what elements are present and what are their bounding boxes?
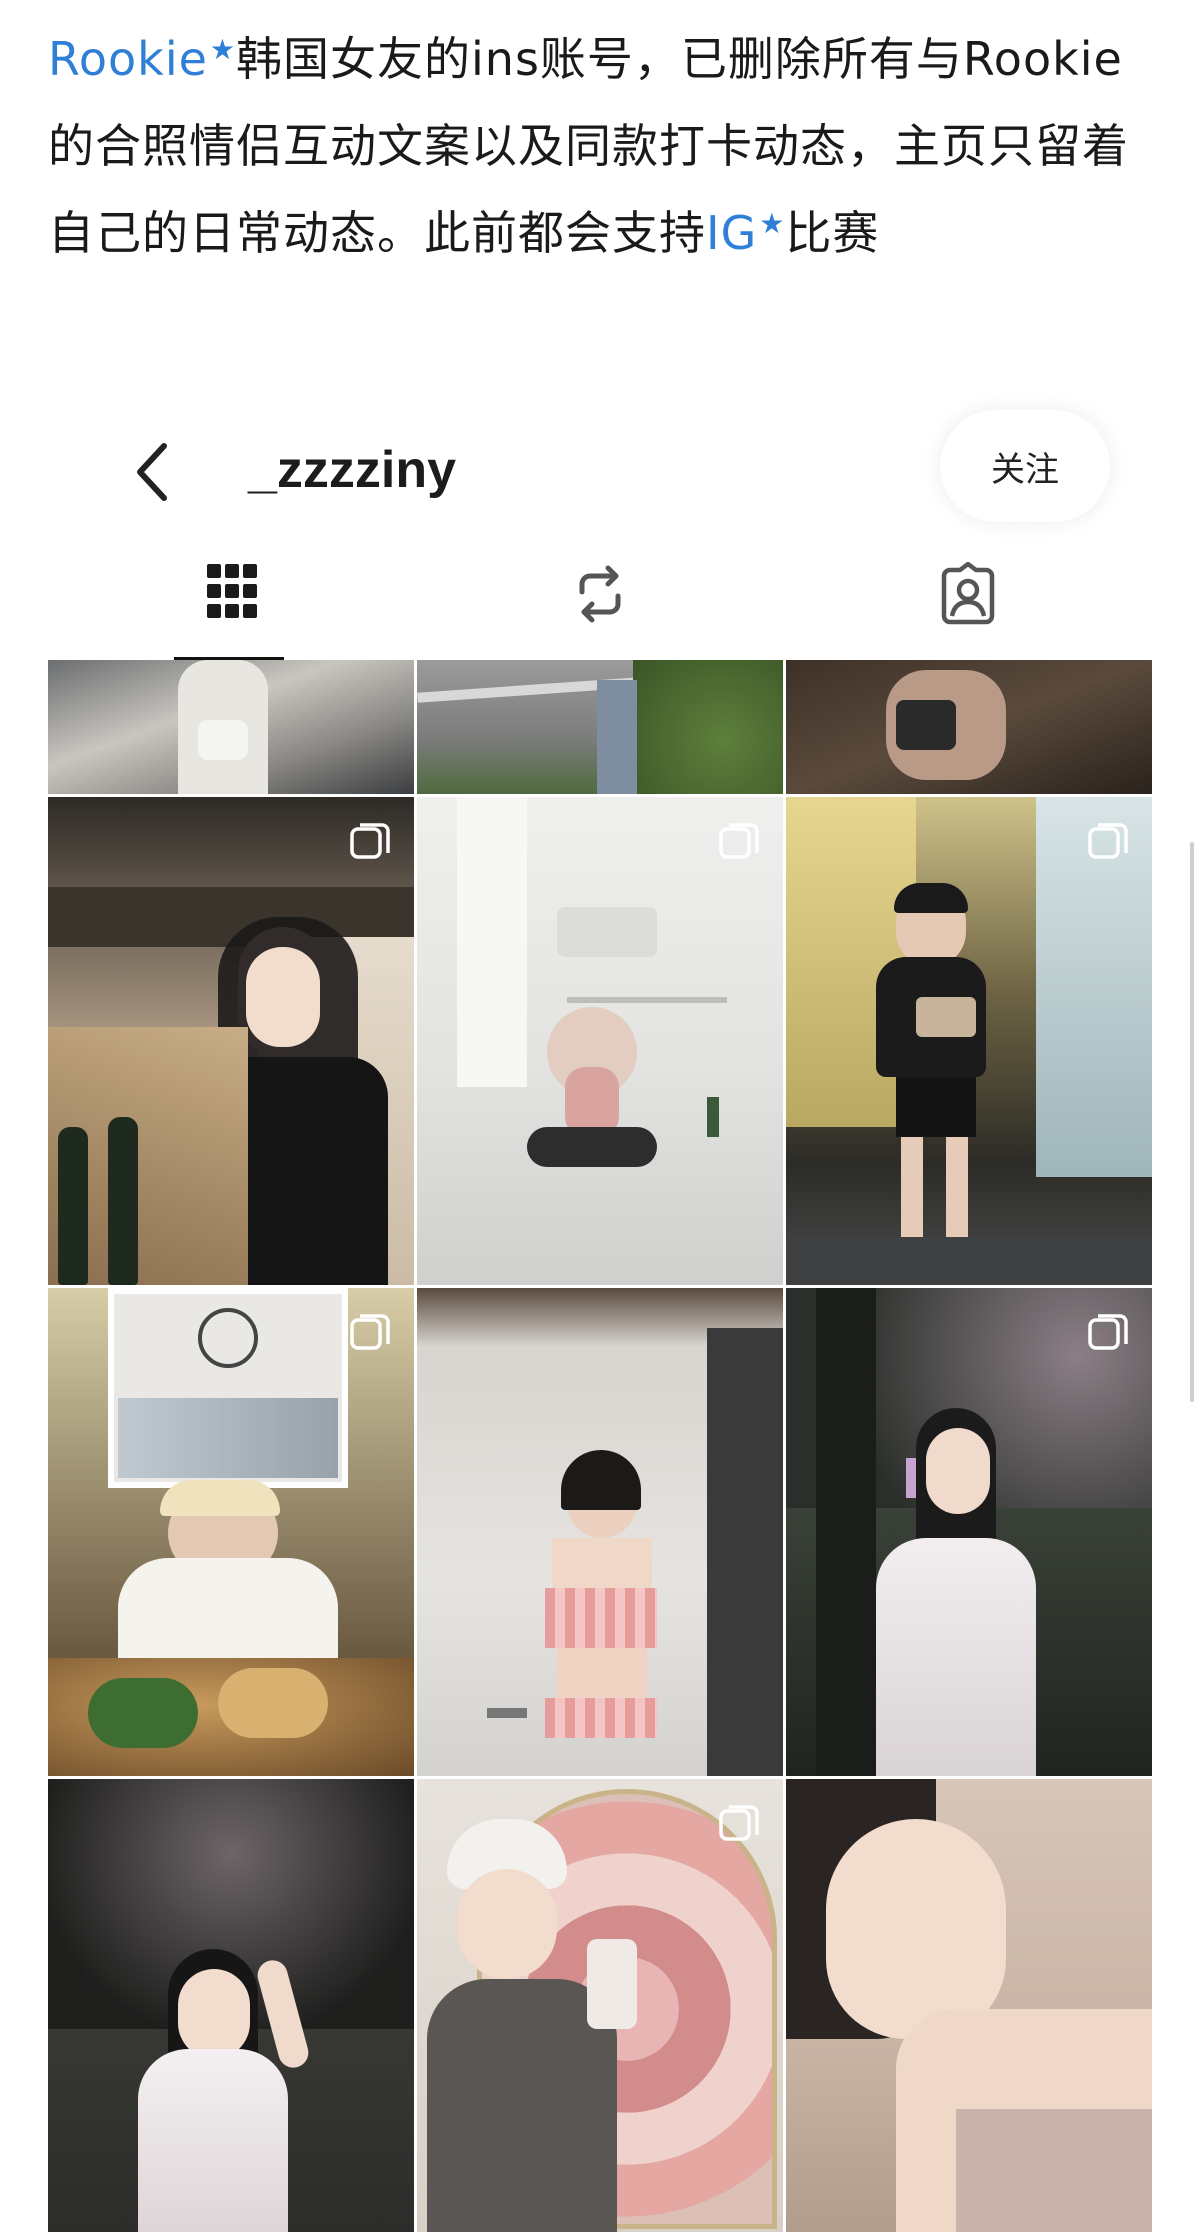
grid-photo[interactable] — [786, 1779, 1152, 2232]
carousel-icon — [350, 823, 390, 859]
grid-photo[interactable] — [417, 797, 783, 1285]
grid-photo[interactable] — [786, 797, 1152, 1285]
star-icon: ★ — [209, 32, 237, 66]
post-text: Rookie★韩国女友的ins账号，已删除所有与Rookie的合照情侣互动文案以… — [48, 16, 1158, 277]
carousel-icon — [719, 1805, 759, 1841]
grid-photo[interactable] — [786, 660, 1152, 794]
carousel-icon — [719, 823, 759, 859]
tab-reposts[interactable] — [416, 542, 784, 662]
star-icon: ★ — [759, 206, 786, 240]
hashtag-rookie[interactable]: Rookie★ — [48, 32, 236, 86]
grid-photo[interactable] — [48, 797, 414, 1285]
grid-photo[interactable] — [417, 660, 783, 794]
grid-photo[interactable] — [417, 1779, 783, 2232]
hashtag-ig[interactable]: IG★ — [706, 206, 785, 260]
tab-tagged[interactable] — [784, 542, 1152, 662]
scrollbar[interactable] — [1190, 842, 1194, 1402]
carousel-icon — [1088, 823, 1128, 859]
grid-photo[interactable] — [48, 1288, 414, 1776]
carousel-icon — [1088, 1314, 1128, 1350]
photo-grid — [48, 660, 1152, 2232]
tagged-person-icon — [941, 562, 995, 625]
instagram-profile-screenshot: _zzzziny 关注 — [0, 382, 1200, 2232]
hashtag-ig-label: IG — [706, 206, 758, 260]
repost-icon — [579, 565, 621, 623]
profile-username: _zzzziny — [248, 441, 457, 499]
profile-header: _zzzziny 关注 — [0, 382, 1200, 542]
carousel-icon — [350, 1314, 390, 1350]
back-chevron-icon[interactable] — [128, 432, 178, 512]
follow-button[interactable]: 关注 — [940, 410, 1110, 522]
tab-posts-grid[interactable] — [48, 542, 416, 662]
profile-tabs — [48, 542, 1152, 662]
post-body-text-2: 比赛 — [785, 206, 880, 260]
grid-photo[interactable] — [417, 1288, 783, 1776]
grid-photo[interactable] — [786, 1288, 1152, 1776]
hashtag-rookie-label: Rookie — [48, 32, 208, 86]
grid-photo[interactable] — [48, 1779, 414, 2232]
grid-icon — [207, 564, 257, 618]
grid-photo[interactable] — [48, 660, 414, 794]
